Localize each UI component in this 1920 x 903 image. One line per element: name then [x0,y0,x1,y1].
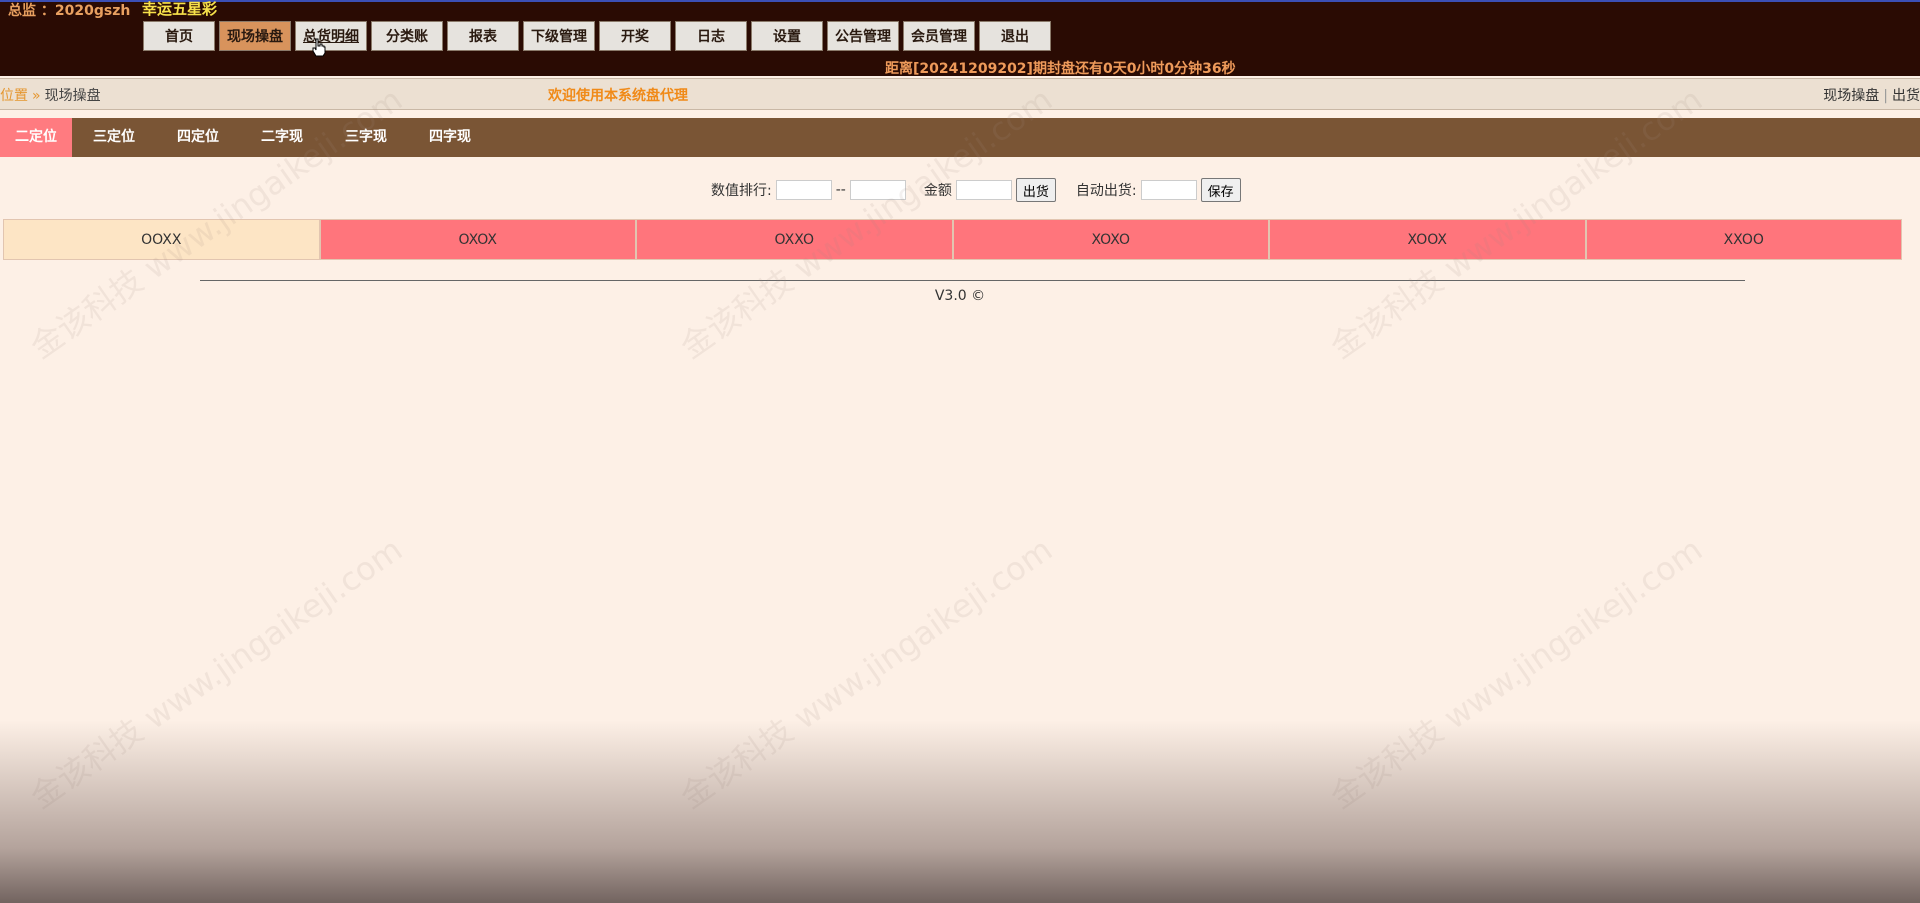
range-separator: -- [835,182,846,198]
tab-three-position[interactable]: 三定位 [82,118,146,157]
rank-from-input[interactable] [775,180,832,200]
rank-label: 数值排行: [711,183,772,199]
main-nav: 首页 现场操盘 总货明细 分类账 报表 下级管理 开奖 日志 设置 公告管理 会… [143,21,1051,53]
nav-draw-button[interactable]: 开奖 [599,21,671,51]
filter-row: 数值排行: -- 金额 出货 自动出货: 保存 [711,178,1241,202]
tab-four-position[interactable]: 四定位 [166,118,230,157]
version-text: V3.0 © [934,288,986,304]
tab-three-digit[interactable]: 三字现 [334,118,398,157]
top-header: 总监 ：2020gszh 幸运五星彩 首页 现场操盘 总货明细 分类账 报表 下… [0,0,1920,77]
breadcrumb-position-label: 位置 [0,88,28,104]
hand-cursor-icon [312,38,326,57]
amount-input[interactable] [955,180,1012,200]
lottery-name: 幸运五星彩 [142,0,218,18]
nav-total-goods-button[interactable]: 总货明细 [295,21,367,51]
nav-home-button[interactable]: 首页 [143,21,215,51]
combo-ooxx[interactable]: OOXX [3,219,320,260]
save-button[interactable]: 保存 [1200,178,1241,202]
breadcrumb: 位置» 现场操盘 [0,85,101,105]
nav-announcement-button[interactable]: 公告管理 [827,21,899,51]
amount-label: 金额 [923,183,952,199]
combo-xoxo[interactable]: XOXO [952,219,1269,260]
ship-link[interactable]: 出货 [1892,88,1920,104]
tab-four-digit[interactable]: 四字现 [418,118,482,157]
position-tab-bar: 二定位 三定位 四定位 二字现 三字现 四字现 [0,118,1920,157]
watermark: 金该科技 www.jingaikeji.com [1323,530,1710,817]
combo-oxxo[interactable]: OXXO [636,219,953,260]
nav-member-button[interactable]: 会员管理 [903,21,975,51]
account-label: 总监 ：2020gszh [8,3,131,19]
bottom-fade [0,720,1920,903]
watermark: 金该科技 www.jingaikeji.com [23,530,410,817]
breadcrumb-separator: » [32,88,41,104]
nav-live-trading-button[interactable]: 现场操盘 [219,21,291,51]
combo-xxoo[interactable]: XXOO [1585,219,1902,260]
tab-two-digit[interactable]: 二字现 [250,118,314,157]
watermark: 金该科技 www.jingaikeji.com [673,530,1060,817]
nav-logout-button[interactable]: 退出 [979,21,1051,51]
breadcrumb-bar: 位置» 现场操盘 欢迎使用本系统盘代理 现场操盘 | 出货 [0,78,1920,110]
combo-xoox[interactable]: XOOX [1269,219,1586,260]
live-trading-link[interactable]: 现场操盘 [1823,88,1879,104]
ship-button[interactable]: 出货 [1015,178,1056,202]
nav-subordinate-button[interactable]: 下级管理 [523,21,595,51]
auto-ship-label: 自动出货: [1075,183,1137,199]
rank-to-input[interactable] [849,180,906,200]
link-divider: | [1883,88,1888,104]
footer-divider [200,280,1745,281]
breadcrumb-current: 现场操盘 [44,88,101,104]
combo-oxox[interactable]: OXOX [319,219,636,260]
nav-ledger-button[interactable]: 分类账 [371,21,443,51]
tab-two-position[interactable]: 二定位 [0,118,72,157]
welcome-text: 欢迎使用本系统盘代理 [548,88,688,104]
combination-row: OOXX OXOX OXXO XOXO XOOX XXOO [3,219,1902,260]
nav-settings-button[interactable]: 设置 [751,21,823,51]
nav-report-button[interactable]: 报表 [447,21,519,51]
nav-log-button[interactable]: 日志 [675,21,747,51]
right-links: 现场操盘 | 出货 [1823,85,1920,105]
auto-ship-input[interactable] [1140,180,1197,200]
countdown-text: 距离[20241209202]期封盘还有0天0小时0分钟36秒 [885,61,1236,77]
